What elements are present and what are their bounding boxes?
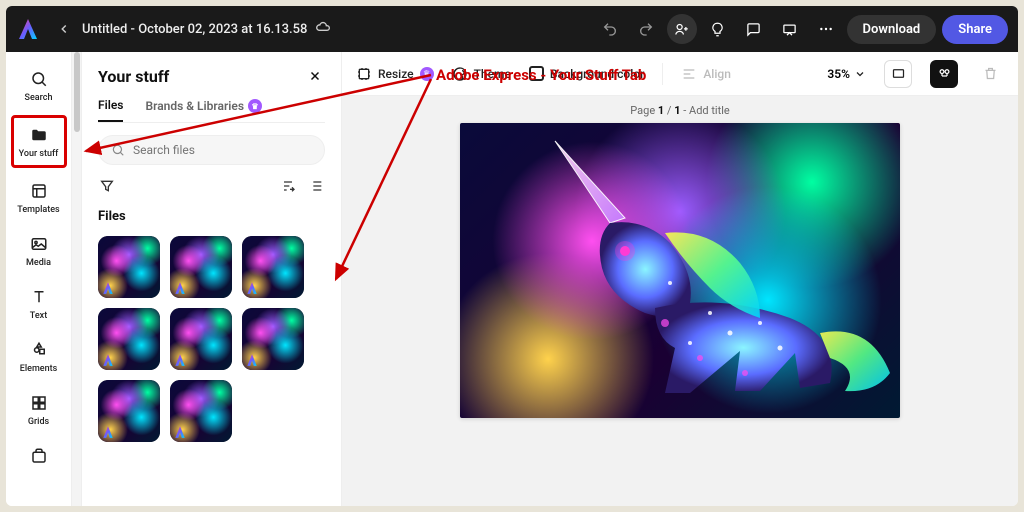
premium-crown-icon: ♛ (420, 67, 434, 81)
align-icon (681, 66, 697, 82)
more-button[interactable] (811, 14, 841, 44)
nav-media[interactable]: Media (11, 227, 67, 274)
comment-button[interactable] (739, 14, 769, 44)
files-grid (98, 236, 325, 442)
download-button[interactable]: Download (847, 15, 937, 44)
nav-label: Text (30, 311, 47, 321)
page-indicator[interactable]: Page 1 / 1 - Add title (630, 104, 729, 117)
nav-label: Elements (20, 364, 58, 374)
sort-button[interactable] (279, 177, 297, 195)
tool-label: Theme (474, 67, 511, 81)
adobe-logo (16, 17, 40, 41)
redo-button[interactable] (631, 14, 661, 44)
nav-search[interactable]: Search (11, 62, 67, 109)
resize-icon (356, 66, 372, 82)
bulb-button[interactable] (703, 14, 733, 44)
undo-button[interactable] (595, 14, 625, 44)
media-icon (28, 233, 50, 255)
nav-addons[interactable] (11, 439, 67, 473)
zoom-dropdown[interactable]: 35% (827, 67, 866, 81)
adobe-badge-icon (173, 281, 187, 295)
bgcolor-tool[interactable]: Background color (529, 66, 644, 81)
files-section-title: Files (98, 209, 325, 224)
adobe-badge-icon (101, 425, 115, 439)
panel-title: Your stuff (98, 67, 169, 86)
premium-crown-icon: ♛ (248, 99, 262, 113)
share-button[interactable]: Share (942, 15, 1008, 44)
search-icon (111, 143, 125, 157)
top-bar: Untitled - October 02, 2023 at 16.13.58 … (6, 6, 1018, 52)
tab-files[interactable]: Files (98, 98, 123, 122)
canvas-image[interactable] (460, 123, 900, 418)
adobe-badge-icon (101, 281, 115, 295)
close-panel-button[interactable] (305, 66, 325, 86)
scroll-thumb[interactable] (74, 52, 80, 132)
delete-button[interactable] (976, 60, 1004, 88)
invite-button[interactable] (667, 14, 697, 44)
folder-icon (28, 124, 50, 146)
file-thumbnail[interactable] (170, 380, 232, 442)
tab-label: Brands & Libraries (145, 99, 244, 113)
canvas-body[interactable]: Page 1 / 1 - Add title (342, 96, 1018, 506)
present-button[interactable] (775, 14, 805, 44)
file-thumbnail[interactable] (170, 308, 232, 370)
file-thumbnail[interactable] (242, 236, 304, 298)
nav-your-stuff[interactable]: Your stuff (11, 115, 67, 168)
nav-label: Templates (17, 205, 59, 215)
canvas-area: Resize ♛ Theme Background color Align (342, 52, 1018, 506)
list-view-button[interactable] (307, 177, 325, 195)
divider (662, 63, 663, 85)
nav-elements[interactable]: Elements (11, 333, 67, 380)
theme-tool[interactable]: Theme (452, 66, 511, 82)
back-button[interactable] (52, 17, 76, 41)
cloud-sync-icon[interactable] (315, 19, 331, 39)
filter-button[interactable] (98, 177, 116, 195)
nav-label: Grids (28, 417, 49, 427)
file-thumbnail[interactable] (98, 380, 160, 442)
your-stuff-panel: Your stuff Files Brands & Libraries ♛ (82, 52, 342, 506)
adobe-badge-icon (245, 353, 259, 367)
file-thumbnail[interactable] (170, 236, 232, 298)
view-mode-button[interactable] (884, 60, 912, 88)
tab-brands-libraries[interactable]: Brands & Libraries ♛ (145, 98, 262, 122)
adobe-badge-icon (245, 281, 259, 295)
theme-icon (452, 66, 468, 82)
layers-button[interactable] (930, 60, 958, 88)
nav-templates[interactable]: Templates (11, 174, 67, 221)
nav-text[interactable]: Text (11, 280, 67, 327)
tool-label: Resize (378, 67, 414, 81)
adobe-badge-icon (173, 353, 187, 367)
resize-tool[interactable]: Resize ♛ (356, 66, 434, 82)
search-files-box[interactable] (98, 135, 325, 165)
nav-label: Search (25, 93, 53, 103)
left-nav: Search Your stuff Templates Media Text E… (6, 52, 72, 506)
panel-scrollbar[interactable] (72, 52, 82, 506)
search-input[interactable] (133, 143, 312, 157)
nav-label: Media (26, 258, 51, 268)
file-thumbnail[interactable] (98, 308, 160, 370)
tool-label: Align (703, 67, 731, 81)
zoom-value: 35% (827, 67, 850, 81)
document-title[interactable]: Untitled - October 02, 2023 at 16.13.58 (82, 22, 307, 37)
adobe-badge-icon (173, 425, 187, 439)
search-icon (28, 68, 50, 90)
file-thumbnail[interactable] (98, 236, 160, 298)
templates-icon (28, 180, 50, 202)
bgcolor-swatch-icon (529, 66, 544, 81)
nav-grids[interactable]: Grids (11, 386, 67, 433)
file-thumbnail[interactable] (242, 308, 304, 370)
panel-tabs: Files Brands & Libraries ♛ (98, 98, 325, 123)
text-icon (28, 286, 50, 308)
nav-label: Your stuff (19, 149, 59, 159)
grids-icon (28, 392, 50, 414)
adobe-badge-icon (101, 353, 115, 367)
align-tool: Align (681, 66, 731, 82)
elements-icon (28, 339, 50, 361)
addons-icon (28, 445, 50, 467)
chevron-down-icon (854, 68, 866, 80)
tool-label: Background color (550, 67, 644, 81)
canvas-toolbar: Resize ♛ Theme Background color Align (342, 52, 1018, 96)
